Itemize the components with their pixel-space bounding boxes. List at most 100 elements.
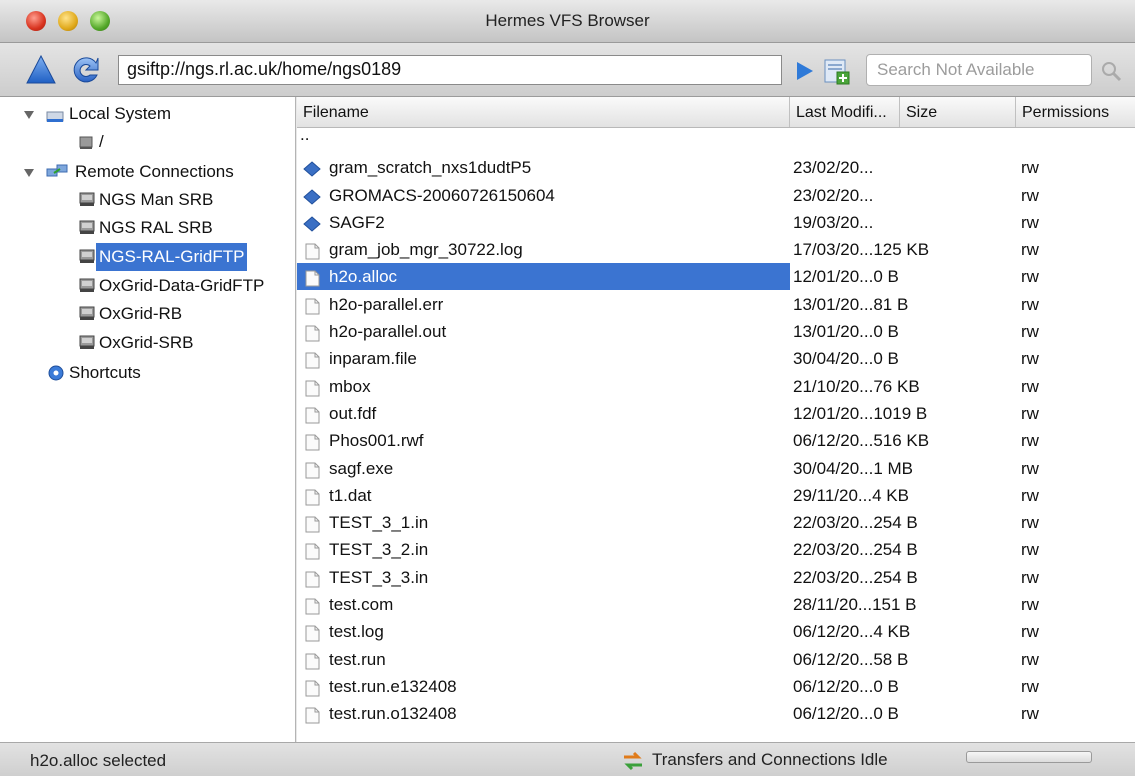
table-row[interactable]: sagf.exe 30/04/20...1 MB rw xyxy=(297,455,1135,482)
sidebar-item-local-system[interactable]: Local System xyxy=(66,100,174,128)
sidebar-item-oxgrid-rb[interactable]: OxGrid-RB xyxy=(96,300,185,328)
go-arrow-icon[interactable] xyxy=(794,60,816,82)
toolbar: gsiftp://ngs.rl.ac.uk/home/ngs0189 Searc… xyxy=(0,43,1135,97)
filename-cell: Phos001.rwf xyxy=(329,431,424,451)
table-row[interactable]: test.com 28/11/20...151 B rw xyxy=(297,591,1135,618)
file-icon xyxy=(303,541,321,560)
permissions-cell: rw xyxy=(1021,485,1039,505)
table-row[interactable]: mbox 21/10/20...76 KB rw xyxy=(297,373,1135,400)
selection-status: h2o.alloc selected xyxy=(30,751,167,770)
permissions-cell: rw xyxy=(1021,540,1039,560)
sidebar-item-shortcuts[interactable]: Shortcuts xyxy=(66,359,144,387)
table-row[interactable]: out.fdf 12/01/20...1019 B rw xyxy=(297,400,1135,427)
permissions-cell: rw xyxy=(1021,185,1039,205)
modified-size-cell: 06/12/20...516 KB xyxy=(793,431,930,451)
refresh-icon[interactable] xyxy=(68,53,102,87)
transfer-arrows-icon xyxy=(624,751,642,771)
table-row[interactable]: test.run.e132408 06/12/20...0 B rw xyxy=(297,673,1135,700)
parent-directory-row[interactable]: .. xyxy=(297,125,1135,154)
filename-cell: out.fdf xyxy=(329,403,377,423)
modified-size-cell: 13/01/20...81 B xyxy=(793,294,909,314)
table-row[interactable]: TEST_3_2.in 22/03/20...254 B rw xyxy=(297,536,1135,563)
table-row[interactable]: test.run 06/12/20...58 B rw xyxy=(297,646,1135,673)
sidebar-item-ngs-ral-gridftp[interactable]: NGS-RAL-GridFTP xyxy=(96,243,248,271)
table-row[interactable]: TEST_3_1.in 22/03/20...254 B rw xyxy=(297,509,1135,536)
table-row[interactable]: gram_scratch_nxs1dudtP5 23/02/20... rw xyxy=(297,154,1135,181)
up-directory-icon[interactable] xyxy=(24,53,58,87)
permissions-cell: rw xyxy=(1021,158,1039,178)
server-icon xyxy=(79,335,95,349)
permissions-cell: rw xyxy=(1021,403,1039,423)
filename-cell: test.run.e132408 xyxy=(329,676,457,696)
modified-size-cell: 30/04/20...0 B xyxy=(793,349,899,369)
table-row[interactable]: test.run.o132408 06/12/20...0 B rw xyxy=(297,700,1135,727)
column-header-permissions[interactable]: Permissions xyxy=(1016,97,1135,127)
filename-cell: gram_scratch_nxs1dudtP5 xyxy=(329,158,532,178)
modified-size-cell: 12/01/20...1019 B xyxy=(793,403,928,423)
search-input[interactable]: Search Not Available xyxy=(866,54,1092,86)
sidebar-item-oxgrid-data-gridftp[interactable]: OxGrid-Data-GridFTP xyxy=(96,272,267,300)
file-icon xyxy=(303,296,321,315)
status-bar: h2o.alloc selected Transfers and Connect… xyxy=(0,742,1135,776)
permissions-cell: rw xyxy=(1021,458,1039,478)
sidebar-item-label: OxGrid-SRB xyxy=(99,333,194,352)
sidebar-item-oxgrid-srb[interactable]: OxGrid-SRB xyxy=(96,329,196,357)
sidebar-item-ngs-ral-srb[interactable]: NGS RAL SRB xyxy=(96,214,216,242)
disclosure-triangle-icon[interactable] xyxy=(24,169,34,177)
new-connection-icon[interactable] xyxy=(822,56,852,86)
column-header-last-modified[interactable]: Last Modifi... xyxy=(790,97,900,127)
table-row[interactable]: TEST_3_3.in 22/03/20...254 B rw xyxy=(297,564,1135,591)
table-row[interactable]: SAGF2 19/03/20... rw xyxy=(297,209,1135,236)
address-input[interactable]: gsiftp://ngs.rl.ac.uk/home/ngs0189 xyxy=(118,55,782,85)
file-icon xyxy=(303,350,321,369)
sidebar-item-root[interactable]: / xyxy=(96,128,107,156)
table-row[interactable]: h2o-parallel.err 13/01/20...81 B rw xyxy=(297,291,1135,318)
table-row[interactable]: t1.dat 29/11/20...4 KB rw xyxy=(297,482,1135,509)
permissions-cell: rw xyxy=(1021,595,1039,615)
table-row[interactable]: h2o-parallel.out 13/01/20...0 B rw xyxy=(297,318,1135,345)
modified-size-cell: 06/12/20...4 KB xyxy=(793,622,911,642)
table-row[interactable]: Phos001.rwf 06/12/20...516 KB rw xyxy=(297,427,1135,454)
sidebar-item-label: NGS-RAL-GridFTP xyxy=(96,243,248,271)
filename-cell: h2o.alloc xyxy=(329,267,398,287)
permissions-cell: rw xyxy=(1021,704,1039,724)
modified-size-cell: 30/04/20...1 MB xyxy=(793,458,914,478)
file-icon xyxy=(303,432,321,451)
file-icon xyxy=(303,651,321,670)
title-bar: Hermes VFS Browser xyxy=(0,0,1135,43)
modified-size-cell: 29/11/20...4 KB xyxy=(793,485,909,505)
permissions-cell: rw xyxy=(1021,322,1039,342)
file-table-body: .. gram_scratch_nxs1dudtP5 23/02/20... rw GR… xyxy=(297,125,1135,728)
permissions-cell: rw xyxy=(1021,240,1039,260)
permissions-cell: rw xyxy=(1021,349,1039,369)
sidebar-item-label: Remote Connections xyxy=(75,162,234,181)
file-icon xyxy=(303,241,321,260)
sidebar-item-label: OxGrid-Data-GridFTP xyxy=(99,276,265,295)
table-row[interactable]: test.log 06/12/20...4 KB rw xyxy=(297,618,1135,645)
permissions-cell: rw xyxy=(1021,676,1039,696)
filename-cell: TEST_3_3.in xyxy=(329,567,429,587)
permissions-cell: rw xyxy=(1021,513,1039,533)
column-header-filename[interactable]: Filename xyxy=(297,97,790,127)
sidebar-item-remote-connections[interactable]: Remote Connections xyxy=(72,158,237,186)
permissions-cell: rw xyxy=(1021,567,1039,587)
file-icon xyxy=(303,569,321,588)
search-icon[interactable] xyxy=(1100,60,1122,82)
disclosure-triangle-icon[interactable] xyxy=(24,111,34,119)
filename-cell: mbox xyxy=(329,376,371,396)
table-row[interactable]: inparam.file 30/04/20...0 B rw xyxy=(297,345,1135,372)
computer-icon xyxy=(46,111,64,122)
permissions-cell: rw xyxy=(1021,649,1039,669)
table-row[interactable]: gram_job_mgr_30722.log 17/03/20...125 KB r… xyxy=(297,236,1135,263)
folder-icon xyxy=(303,159,321,177)
table-row[interactable]: h2o.alloc 12/01/20...0 B rw xyxy=(297,263,1135,291)
column-header-size[interactable]: Size xyxy=(900,97,1016,127)
drive-icon xyxy=(79,136,93,149)
filename-cell: TEST_3_2.in xyxy=(329,540,429,560)
sidebar-item-ngs-man-srb[interactable]: NGS Man SRB xyxy=(96,186,216,214)
file-icon xyxy=(303,678,321,697)
filename-cell: h2o-parallel.err xyxy=(329,294,444,314)
filename-cell: h2o-parallel.out xyxy=(329,322,447,342)
table-row[interactable]: GROMACS-20060726150604 23/02/20... rw xyxy=(297,182,1135,209)
sidebar-item-label: NGS Man SRB xyxy=(99,190,214,209)
